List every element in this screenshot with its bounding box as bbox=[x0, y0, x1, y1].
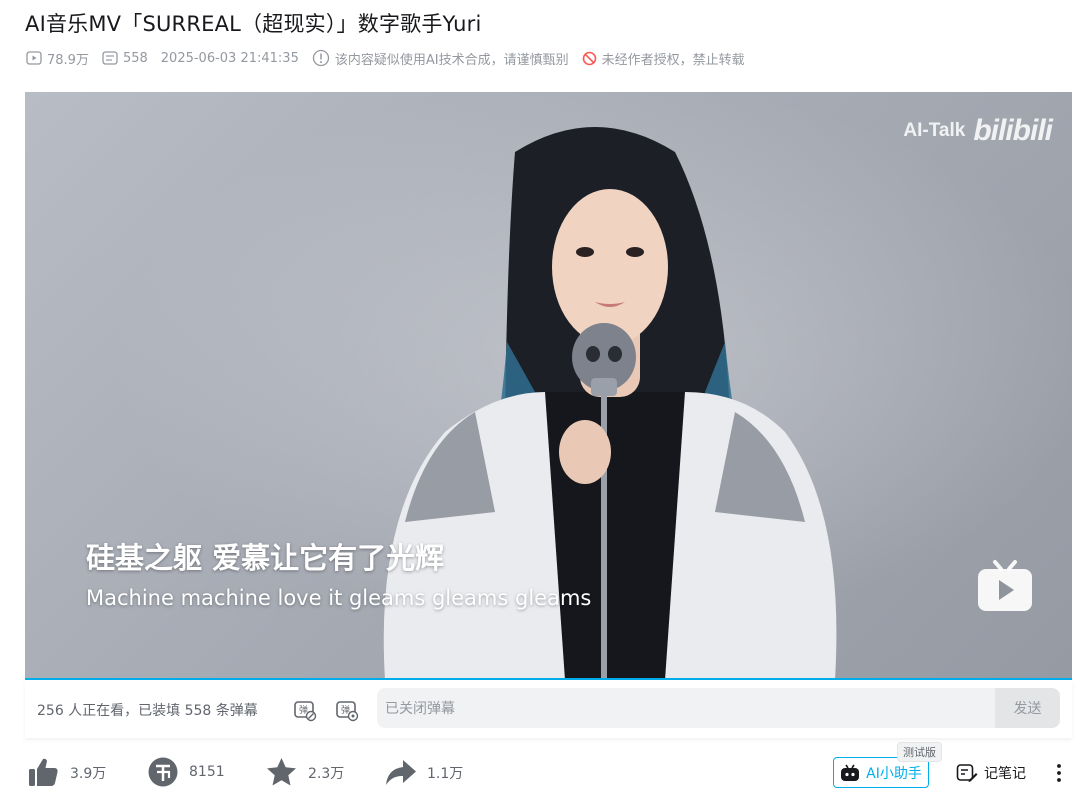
views-stat: 78.9万 bbox=[26, 49, 89, 68]
ai-notice-text: 该内容疑似使用AI技术合成，请谨慎甄别 bbox=[334, 52, 569, 68]
forbidden-icon bbox=[582, 51, 596, 65]
like-button[interactable]: 3.9万 bbox=[27, 756, 106, 789]
action-toolbar: 3.9万 8151 2.3万 1.1万 AI小助手 测试版 记笔记 bbox=[0, 742, 1080, 798]
share-arrow-icon bbox=[386, 760, 416, 785]
notes-label: 记笔记 bbox=[984, 766, 1026, 782]
favorite-count: 2.3万 bbox=[308, 765, 345, 782]
favorite-button[interactable]: 2.3万 bbox=[265, 756, 344, 789]
danmaku-stat: 558 bbox=[102, 51, 148, 66]
copyright-text: 未经作者授权，禁止转载 bbox=[601, 52, 745, 68]
share-button[interactable]: 1.1万 bbox=[384, 756, 463, 789]
bilibili-logo: bilibili bbox=[973, 114, 1053, 147]
notes-button[interactable]: 记笔记 bbox=[956, 763, 1026, 783]
robot-icon bbox=[841, 764, 860, 781]
beta-badge: 测试版 bbox=[897, 742, 942, 762]
subtitle-english: Machine machine love it gleams gleams gl… bbox=[86, 586, 592, 610]
danmaku-input[interactable]: 已关闭弹幕 bbox=[377, 688, 995, 728]
danmaku-settings-icon[interactable]: 弹 bbox=[335, 698, 359, 722]
coin-button[interactable]: 8151 bbox=[147, 756, 225, 788]
subtitle-chinese: 硅基之躯 爱慕让它有了光辉 bbox=[86, 541, 445, 575]
send-button[interactable]: 发送 bbox=[995, 688, 1060, 728]
like-count: 3.9万 bbox=[70, 765, 107, 782]
coin-icon bbox=[148, 757, 178, 787]
play-tv-icon[interactable] bbox=[976, 559, 1034, 613]
copyright-notice: 未经作者授权，禁止转载 bbox=[582, 49, 745, 68]
more-options-icon[interactable] bbox=[1054, 763, 1064, 783]
watermark: AI-Talk bilibili bbox=[903, 114, 1053, 148]
video-title: AI音乐MV「SURREAL（超现实）」数字歌手Yuri bbox=[25, 12, 482, 36]
ai-notice[interactable]: 该内容疑似使用AI技术合成，请谨慎甄别 bbox=[312, 49, 569, 68]
danmaku-input-placeholder: 已关闭弹幕 bbox=[385, 701, 455, 717]
coin-count: 8151 bbox=[189, 764, 225, 780]
share-count: 1.1万 bbox=[427, 765, 464, 782]
play-count-icon bbox=[26, 51, 42, 65]
publish-time: 2025-06-03 21:41:35 bbox=[160, 50, 299, 66]
note-edit-icon bbox=[956, 764, 978, 782]
watermark-text: AI-Talk bbox=[903, 120, 966, 141]
danmaku-bar: 256 人正在看，已装填 558 条弹幕 弹 弹 已关闭弹幕 发送 bbox=[25, 680, 1072, 738]
video-meta: 78.9万 558 2025-06-03 21:41:35 该内容疑似使用AI技… bbox=[26, 48, 758, 68]
ai-assistant-label: AI小助手 bbox=[866, 765, 922, 782]
danmaku-count: 558 bbox=[122, 50, 148, 66]
danmaku-info: 256 人正在看，已装填 558 条弹幕 bbox=[37, 703, 258, 719]
danmaku-off-icon[interactable]: 弹 bbox=[293, 698, 317, 722]
danmaku-count-icon bbox=[102, 51, 118, 65]
star-icon bbox=[267, 758, 296, 786]
views-count: 78.9万 bbox=[47, 52, 89, 68]
exclamation-icon bbox=[312, 49, 330, 67]
video-player[interactable]: AI-Talk bilibili 硅基之躯 爱慕让它有了光辉 Machine m… bbox=[25, 92, 1072, 680]
thumbs-up-icon bbox=[29, 758, 58, 786]
